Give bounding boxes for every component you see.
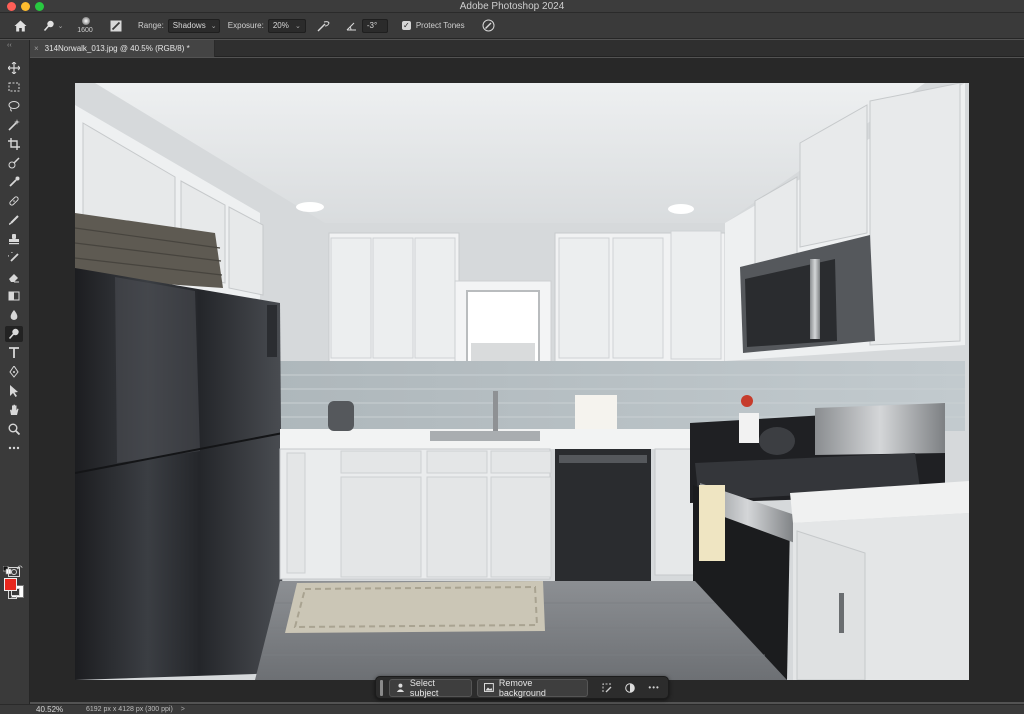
app-title: Adobe Photoshop 2024 — [459, 1, 565, 12]
range-select[interactable]: Shadows ⌄ — [167, 18, 220, 33]
brush-icon[interactable] — [5, 212, 23, 228]
person-icon — [396, 683, 405, 692]
image-icon — [484, 683, 494, 692]
adjustment-layer-icon[interactable] — [621, 679, 641, 697]
more-tools-icon[interactable] — [5, 440, 23, 456]
range-value: Shadows — [172, 21, 206, 30]
angle-input[interactable]: -3° — [361, 18, 388, 33]
kitchen-photo[interactable] — [75, 83, 969, 680]
status-menu-chevron-icon[interactable]: > — [181, 706, 185, 713]
select-subject-button[interactable]: Select subject — [388, 677, 473, 698]
eyedropper-icon[interactable] — [5, 174, 23, 190]
path-selection-icon[interactable] — [5, 383, 23, 399]
crop-icon[interactable] — [5, 136, 23, 152]
hand-icon[interactable] — [5, 402, 23, 418]
exposure-input[interactable]: 20% ⌄ — [267, 18, 306, 33]
airbrush-icon[interactable] — [316, 16, 332, 36]
document-tab-title: 314Norwalk_013.jpg @ 40.5% (RGB/8) * — [44, 44, 190, 53]
rectangular-marquee-icon[interactable] — [5, 79, 23, 95]
eraser-icon[interactable] — [5, 269, 23, 285]
task-bar-grip[interactable] — [380, 679, 383, 696]
dodge-tool-preset-icon — [43, 20, 54, 31]
zoom-icon[interactable] — [5, 421, 23, 437]
tool-preset-picker[interactable]: ⌄ — [42, 16, 64, 36]
lasso-icon[interactable] — [5, 98, 23, 114]
tools-panel: ‹‹ ↶ — [0, 40, 30, 704]
contextual-task-bar: Select subject Remove background ••• — [375, 676, 669, 699]
history-brush-icon[interactable] — [5, 250, 23, 266]
pressure-size-icon[interactable] — [481, 16, 497, 36]
title-bar: Adobe Photoshop 2024 — [0, 0, 1024, 13]
chevron-down-icon: ⌄ — [57, 22, 64, 30]
chevron-down-icon: ⌄ — [294, 22, 301, 30]
document-tab-bar: × 314Norwalk_013.jpg @ 40.5% (RGB/8) * — [30, 40, 1024, 57]
brush-preset-picker[interactable]: 1600 — [74, 15, 100, 37]
exposure-value: 20% — [272, 21, 289, 30]
remove-background-button[interactable]: Remove background — [477, 677, 588, 698]
gradient-icon[interactable] — [5, 288, 23, 304]
pen-icon[interactable] — [5, 364, 23, 380]
document-tab[interactable]: × 314Norwalk_013.jpg @ 40.5% (RGB/8) * — [30, 40, 215, 57]
panel-grip-icon[interactable]: ‹‹ — [7, 42, 17, 49]
move-tool-icon[interactable] — [5, 60, 23, 76]
angle-icon — [346, 16, 358, 36]
brush-tip-icon — [82, 16, 90, 25]
canvas-area[interactable] — [30, 58, 1024, 702]
dodge-icon[interactable] — [5, 326, 23, 342]
clone-stamp-icon[interactable] — [5, 231, 23, 247]
range-label: Range: — [138, 21, 164, 30]
foreground-color-swatch[interactable] — [4, 578, 17, 591]
status-bar: 40.52% 6192 px x 4128 px (300 ppi) > — [0, 704, 1024, 714]
zoom-level-field[interactable]: 40.52% — [36, 705, 80, 714]
type-icon[interactable] — [5, 345, 23, 361]
options-bar: ⌄ 1600 Range: Shadows ⌄ Exposure: 20% ⌄ … — [0, 13, 1024, 39]
spot-healing-icon[interactable] — [5, 193, 23, 209]
protect-tones-label: Protect Tones — [415, 21, 465, 30]
edit-selection-icon[interactable] — [597, 679, 617, 697]
frame-icon[interactable] — [5, 155, 23, 171]
more-options-icon[interactable]: ••• — [644, 679, 664, 697]
home-icon[interactable] — [12, 16, 28, 36]
magic-wand-icon[interactable] — [5, 117, 23, 133]
brush-size-value: 1600 — [77, 26, 93, 34]
brush-settings-icon[interactable] — [108, 16, 124, 36]
blur-icon[interactable] — [5, 307, 23, 323]
remove-background-label: Remove background — [498, 677, 546, 698]
select-subject-label: Select subject — [409, 677, 439, 698]
close-tab-icon[interactable]: × — [34, 44, 39, 53]
document-info: 6192 px x 4128 px (300 ppi) — [86, 706, 173, 713]
chevron-down-icon: ⌄ — [210, 22, 217, 30]
protect-tones-checkbox[interactable]: ✓ — [401, 21, 411, 30]
exposure-label: Exposure: — [227, 21, 264, 30]
